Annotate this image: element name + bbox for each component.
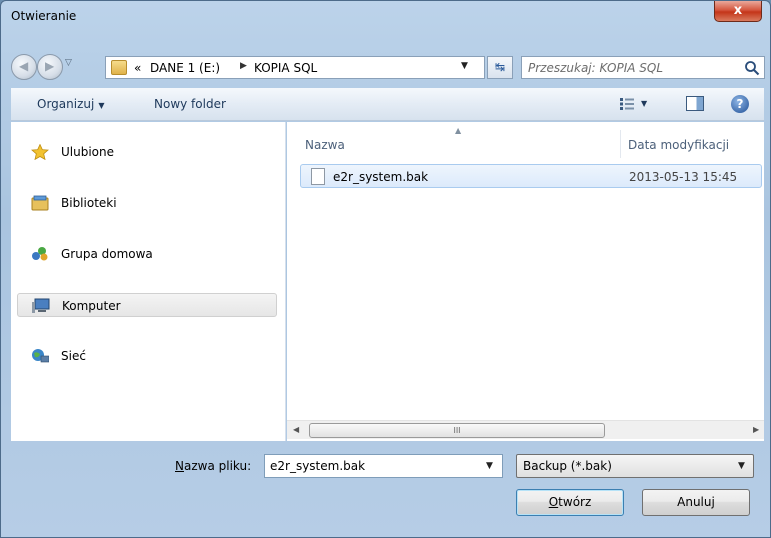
nav-item-label: Ulubione [61, 145, 115, 159]
new-folder-button[interactable]: Nowy folder [154, 97, 226, 111]
nav-item-label: Sieć [61, 349, 86, 363]
organize-label: Organizuj [37, 97, 95, 111]
nav-item-homegroup[interactable]: Grupa domowa [17, 242, 277, 266]
breadcrumb-drive[interactable]: DANE 1 (E:) [150, 61, 220, 75]
filename-dropdown-icon[interactable]: ▼ [486, 461, 493, 471]
view-dropdown-icon[interactable]: ▼ [641, 99, 647, 108]
address-dropdown-icon[interactable]: ▼ [461, 61, 468, 71]
organize-button[interactable]: Organizuj ▼ [37, 97, 104, 111]
view-options-icon[interactable] [620, 98, 634, 110]
homegroup-icon [32, 247, 48, 261]
search-input[interactable] [522, 57, 736, 78]
filetype-value: Backup (*.bak) [523, 459, 612, 473]
title-bar[interactable]: Otwieranie x [1, 1, 770, 31]
scroll-left-icon[interactable]: ◀ [293, 425, 299, 434]
navigation-pane: Ulubione Biblioteki Grupa domowa Kompute… [11, 122, 286, 441]
open-button[interactable]: Otwórz [516, 489, 624, 516]
search-icon[interactable] [744, 60, 760, 76]
open-button-accesskey: O [548, 495, 559, 509]
open-button-label: twórz [558, 495, 592, 509]
back-button[interactable]: ◀ [11, 54, 37, 80]
library-icon [31, 195, 49, 211]
file-name: e2r_system.bak [333, 170, 429, 184]
filetype-select[interactable]: Backup (*.bak) ▼ [516, 454, 754, 478]
address-bar[interactable]: « DANE 1 (E:) ▶ KOPIA SQL ▼ [105, 56, 485, 79]
recent-pages-dropdown-icon[interactable]: ▽ [65, 58, 72, 68]
preview-pane-icon[interactable] [686, 96, 704, 111]
folder-icon [111, 60, 127, 75]
command-toolbar: Organizuj ▼ Nowy folder ▼ ? [11, 88, 764, 121]
scroll-right-icon[interactable]: ▶ [753, 425, 759, 434]
nav-item-computer[interactable]: Komputer [17, 293, 277, 317]
cancel-button[interactable]: Anuluj [642, 489, 750, 516]
filename-input[interactable] [265, 455, 475, 477]
nav-item-favorites[interactable]: Ulubione [17, 140, 277, 164]
filename-label-text: azwa pliku: [183, 459, 252, 473]
back-arrow-icon: ◀ [19, 59, 29, 73]
filename-label: Nazwa pliku: [175, 459, 251, 473]
breadcrumb-folder[interactable]: KOPIA SQL [254, 61, 317, 75]
computer-icon [32, 298, 50, 313]
breadcrumb-overflow[interactable]: « [134, 61, 141, 75]
open-file-dialog: Otwieranie x ◀ ▶ ▽ « DANE 1 (E:) ▶ KOPIA… [0, 0, 771, 538]
file-icon [311, 168, 325, 185]
file-modified-date: 2013-05-13 15:45 [629, 170, 738, 184]
sort-ascending-icon: ▲ [455, 126, 462, 135]
filename-combobox[interactable]: ▼ [264, 454, 503, 478]
chevron-down-icon: ▼ [98, 101, 105, 110]
refresh-button[interactable]: ↹ [487, 56, 513, 79]
nav-item-network[interactable]: Sieć [17, 344, 277, 368]
refresh-icon: ↹ [494, 60, 506, 74]
column-header-name[interactable]: Nazwa [305, 138, 345, 152]
network-icon [32, 349, 49, 363]
nav-item-libraries[interactable]: Biblioteki [17, 191, 277, 215]
breadcrumb-separator-icon[interactable]: ▶ [240, 61, 247, 71]
file-row[interactable]: e2r_system.bak 2013-05-13 15:45 [300, 164, 762, 188]
column-divider[interactable] [620, 130, 621, 158]
nav-item-label: Komputer [62, 299, 121, 313]
nav-item-label: Biblioteki [61, 196, 117, 210]
search-box[interactable] [521, 56, 765, 79]
filename-label-accesskey: N [175, 459, 184, 473]
forward-button[interactable]: ▶ [37, 54, 63, 80]
star-icon [31, 144, 49, 160]
window-title: Otwieranie [11, 9, 77, 23]
column-header-modified[interactable]: Data modyfikacji [628, 138, 729, 152]
horizontal-scrollbar[interactable]: ◀ III ▶ [287, 420, 764, 439]
close-button[interactable]: x [714, 1, 762, 22]
scroll-thumb[interactable]: III [309, 423, 605, 438]
help-icon[interactable]: ? [731, 95, 749, 113]
forward-arrow-icon: ▶ [45, 59, 55, 73]
filetype-dropdown-icon: ▼ [738, 461, 745, 471]
nav-item-label: Grupa domowa [61, 247, 153, 261]
file-list: ▲ Nazwa Data modyfikacji e2r_system.bak … [287, 122, 764, 441]
